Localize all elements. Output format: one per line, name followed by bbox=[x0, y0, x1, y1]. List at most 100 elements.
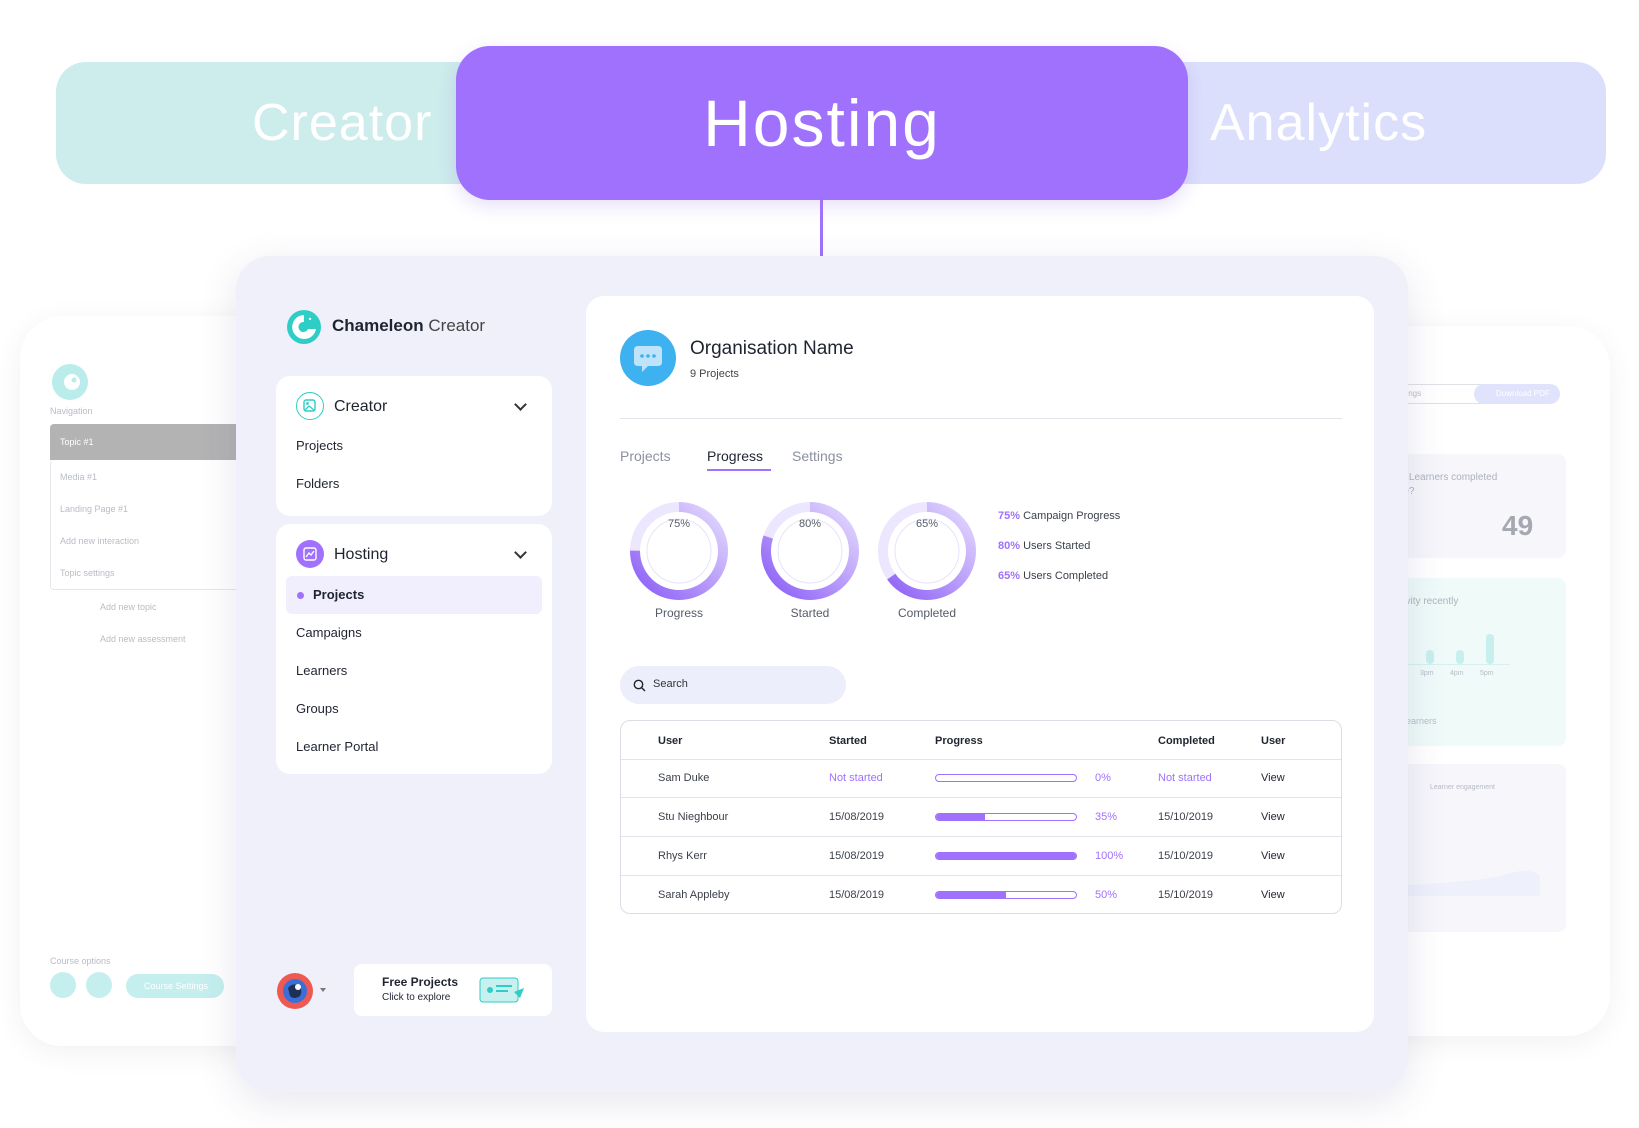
cell-started: Not started bbox=[829, 772, 883, 784]
org-project-count: 9 Projects bbox=[690, 368, 739, 380]
search-icon bbox=[50, 972, 76, 998]
ring-value-started: 80% bbox=[798, 518, 822, 530]
ring-label-started: Started bbox=[790, 606, 830, 620]
sidebar-item-campaigns[interactable]: Campaigns bbox=[296, 625, 362, 640]
stat-users-started: 80% Users Started bbox=[998, 540, 1090, 552]
activity-bar bbox=[1426, 650, 1434, 664]
stat-campaign-progress: 75% Campaign Progress bbox=[998, 510, 1120, 522]
media-item: Media #1 bbox=[60, 472, 98, 482]
search-icon bbox=[633, 679, 646, 692]
stat-pct: 80% bbox=[998, 540, 1021, 552]
hour-tick: 5pm bbox=[1480, 670, 1494, 677]
view-link[interactable]: View bbox=[1261, 850, 1285, 862]
progress-bar bbox=[935, 813, 1077, 821]
chart-icon bbox=[296, 540, 324, 568]
hosting-dashboard-window: Chameleon Creator Creator Projects Folde… bbox=[236, 256, 1408, 1092]
ring-label-progress: Progress bbox=[654, 606, 704, 620]
add-assessment-item: Add new assessment bbox=[100, 634, 186, 644]
progress-rings bbox=[630, 502, 976, 600]
cell-started: 15/08/2019 bbox=[829, 811, 885, 823]
activity-bar bbox=[1456, 650, 1464, 664]
sidebar-item-groups[interactable]: Groups bbox=[296, 701, 339, 716]
topic-label: Topic #1 bbox=[60, 437, 94, 447]
brand-name: Chameleon Creator bbox=[332, 316, 485, 336]
cell-completed: 15/10/2019 bbox=[1158, 850, 1214, 862]
active-dot-icon bbox=[297, 592, 304, 599]
chameleon-logo-icon bbox=[287, 310, 321, 344]
view-link[interactable]: View bbox=[1261, 811, 1285, 823]
stat-text: Campaign Progress bbox=[1023, 510, 1121, 522]
progress-bar-fill bbox=[936, 814, 985, 820]
cell-user: Sam Duke bbox=[658, 772, 710, 784]
sidebar-item-folders[interactable]: Folders bbox=[296, 476, 339, 491]
learner-progress-table: User Started Progress Completed User Sam… bbox=[620, 720, 1342, 914]
row-divider bbox=[621, 875, 1341, 876]
legend-entry-engagement: Learner engagement bbox=[1430, 784, 1495, 791]
stat-text: Users Completed bbox=[1023, 570, 1109, 582]
download-pdf-label: Download PDF bbox=[1496, 389, 1550, 398]
column-header-started: Started bbox=[829, 735, 867, 747]
row-divider bbox=[621, 759, 1341, 760]
view-link[interactable]: View bbox=[1261, 772, 1285, 784]
chevron-down-icon[interactable] bbox=[514, 546, 527, 559]
add-topic-item: Add new topic bbox=[100, 602, 157, 612]
navigation-label: Navigation bbox=[50, 406, 93, 416]
row-divider bbox=[621, 836, 1341, 837]
activity-axis bbox=[1390, 664, 1510, 665]
column-header-user: User bbox=[658, 735, 683, 747]
sidebar-item-learner-portal[interactable]: Learner Portal bbox=[296, 739, 378, 754]
avatar[interactable] bbox=[276, 972, 314, 1010]
search-placeholder: Search bbox=[653, 678, 688, 690]
cell-completed: Not started bbox=[1158, 772, 1212, 784]
progress-bar bbox=[935, 774, 1077, 782]
stat-pct: 65% bbox=[998, 570, 1021, 582]
search-input[interactable]: Search bbox=[620, 666, 846, 704]
progress-bar-fill bbox=[936, 853, 1076, 859]
sidebar-item-learners[interactable]: Learners bbox=[296, 663, 347, 678]
hour-tick: 4pm bbox=[1450, 670, 1464, 677]
add-interaction-item: Add new interaction bbox=[60, 536, 140, 546]
brand-name-light: Creator bbox=[428, 316, 486, 335]
activity-bar bbox=[1486, 634, 1494, 664]
image-icon bbox=[296, 392, 324, 420]
stat-pct: 75% bbox=[998, 510, 1021, 522]
content-panel: Organisation Name 9 Projects Projects Pr… bbox=[586, 296, 1374, 1032]
org-name: Organisation Name bbox=[690, 338, 854, 359]
cell-progress-value: 50% bbox=[1095, 889, 1118, 901]
promo-subtitle: Click to explore bbox=[382, 992, 451, 1003]
chevron-down-icon[interactable] bbox=[514, 398, 527, 411]
free-projects-card[interactable]: Free Projects Click to explore bbox=[354, 964, 552, 1016]
cell-progress-value: 100% bbox=[1095, 850, 1124, 862]
cell-started: 15/08/2019 bbox=[829, 889, 885, 901]
row-divider bbox=[621, 797, 1341, 798]
creator-section-title[interactable]: Creator bbox=[334, 398, 387, 416]
ring-label-completed: Completed bbox=[897, 606, 957, 620]
chameleon-logo-icon bbox=[52, 364, 88, 400]
brand-name-bold: Chameleon bbox=[332, 316, 424, 335]
caret-down-icon[interactable] bbox=[320, 988, 326, 992]
cell-progress-value: 0% bbox=[1095, 772, 1111, 784]
view-link[interactable]: View bbox=[1261, 889, 1285, 901]
landing-page-item: Landing Page #1 bbox=[60, 504, 129, 514]
hour-tick: 3pm bbox=[1420, 670, 1434, 677]
progress-bar-fill bbox=[936, 892, 1006, 898]
tab-creator-label: Creator bbox=[252, 94, 433, 152]
tab-projects[interactable]: Projects bbox=[620, 448, 671, 464]
tab-hosting[interactable]: Hosting bbox=[456, 46, 1188, 200]
sidebar-item-hosting-projects[interactable]: Projects bbox=[313, 587, 364, 602]
column-header-progress: Progress bbox=[935, 735, 983, 747]
tab-analytics-label: Analytics bbox=[1210, 94, 1428, 152]
active-tab-indicator bbox=[707, 469, 771, 471]
ring-value-progress: 75% bbox=[667, 518, 691, 530]
tab-settings[interactable]: Settings bbox=[792, 448, 843, 464]
sidebar-item-projects[interactable]: Projects bbox=[296, 438, 343, 453]
tab-progress[interactable]: Progress bbox=[707, 448, 763, 464]
hosting-section-title[interactable]: Hosting bbox=[334, 546, 388, 564]
cell-user: Sarah Appleby bbox=[658, 889, 730, 901]
stat-users-completed: 65% Users Completed bbox=[998, 570, 1108, 582]
cell-progress-value: 35% bbox=[1095, 811, 1118, 823]
cell-completed: 15/10/2019 bbox=[1158, 811, 1214, 823]
ticket-illustration-icon bbox=[479, 977, 524, 1003]
course-settings-label: Course Settings bbox=[144, 981, 209, 991]
cell-user: Stu Nieghbour bbox=[658, 811, 729, 823]
